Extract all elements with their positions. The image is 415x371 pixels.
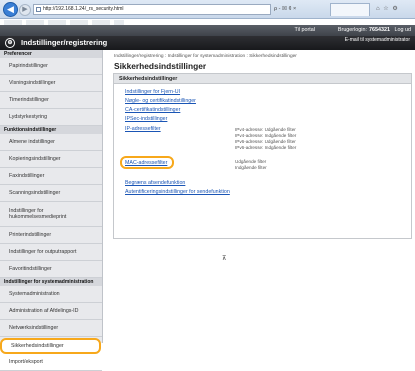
panel-title: Sikkerhedsindstillinger bbox=[114, 74, 411, 84]
sidebar-item[interactable]: Visningsindstillinger bbox=[0, 75, 102, 92]
home-star-gear-icons[interactable]: ⌂ ☆ ⚙ bbox=[376, 4, 412, 15]
back-icon[interactable]: ◀ bbox=[3, 2, 18, 17]
sidebar-item[interactable]: Faxindstillinger bbox=[0, 168, 102, 185]
main-content: Indstillinger/registrering : Indstilling… bbox=[108, 50, 415, 343]
mac-filter-status: Udgående filter Indgående filter bbox=[235, 159, 267, 171]
portal-link[interactable]: Til portal bbox=[295, 25, 315, 36]
link-keys-certs[interactable]: Nøgle- og certifikatindstillinger bbox=[125, 98, 196, 104]
sidebar-item[interactable]: Scanningsindstillinger bbox=[0, 185, 102, 202]
sidebar-item[interactable]: Import/eksport bbox=[0, 354, 102, 371]
ip-filter-status: IPv4-adresse: Udgående filter IPv4-adres… bbox=[235, 127, 296, 151]
sidebar-item[interactable]: Almene indstillinger bbox=[0, 134, 102, 151]
sidebar-item[interactable]: Sikkerhedsindstillinger bbox=[0, 338, 101, 354]
page-icon bbox=[36, 7, 41, 12]
sidebar-item[interactable]: Netværksindstillinger bbox=[0, 320, 102, 337]
link-mac-filter[interactable]: MAC-adressefilter bbox=[125, 160, 167, 166]
sidebar-item[interactable]: Systemadministration bbox=[0, 286, 102, 303]
sidebar-item[interactable]: Lydstyrkestyring bbox=[0, 109, 102, 126]
status-line: Indgående filter bbox=[235, 165, 267, 170]
link-ca-certs[interactable]: CA-certifikatindstillinger bbox=[125, 107, 180, 113]
email-admin-link[interactable]: E-mail til systemadministrator bbox=[345, 35, 410, 45]
settings-logo-icon: ⊕ bbox=[5, 38, 15, 48]
sidebar-item[interactable]: Indstillinger for hukommelsesmedieprint bbox=[0, 202, 102, 227]
sidebar: Preferencer Papirindstillinger Visningsind… bbox=[0, 50, 103, 371]
status-line: IPv6-adresse: Indgående filter bbox=[235, 145, 297, 150]
sidebar-item[interactable]: Timerindstillinger bbox=[0, 92, 102, 109]
sidebar-item[interactable]: Favoritindstillinger bbox=[0, 261, 102, 278]
sidebar-item[interactable]: Administration af Afdelings-ID bbox=[0, 303, 102, 320]
sidebar-section-title: Preferencer bbox=[0, 50, 102, 58]
sidebar-section-title: Indstillinger for systemadministration bbox=[0, 278, 102, 286]
link-send-auth[interactable]: Autentificeringsindstillinger for sendef… bbox=[125, 189, 230, 195]
link-ip-filter[interactable]: IP-adressefilter bbox=[125, 126, 161, 132]
link-remote-ui[interactable]: Indstillinger for Fjern-UI bbox=[125, 89, 180, 95]
link-ipsec[interactable]: IPSec-indstillinger bbox=[125, 116, 167, 122]
settings-panel: Sikkerhedsindstillinger Indstillinger fo… bbox=[113, 73, 412, 239]
link-send-restrict[interactable]: Begræns afsendefunktion bbox=[125, 180, 185, 186]
browser-toolbar: ◀ ▶ http://192.168.1.24/_rs_security.htm… bbox=[0, 0, 415, 19]
address-controls-icons[interactable]: ρ - ☒ ¢ × bbox=[274, 4, 326, 15]
sidebar-item[interactable]: Indstillinger for outputrapport bbox=[0, 244, 102, 261]
page-title: Sikkerhedsindstillinger bbox=[114, 61, 207, 71]
browser-tab[interactable] bbox=[330, 3, 370, 16]
breadcrumb: Indstillinger/registrering : Indstilling… bbox=[114, 54, 297, 59]
sidebar-item[interactable]: Papirindstillinger bbox=[0, 58, 102, 75]
forward-icon[interactable]: ▶ bbox=[19, 4, 31, 16]
page-header: ⊕ Indstillinger/registrering E-mail til … bbox=[0, 36, 415, 50]
sidebar-section-title: Funktionsindstillinger bbox=[0, 126, 102, 134]
sidebar-item[interactable]: Printerindstillinger bbox=[0, 227, 102, 244]
address-bar[interactable]: http://192.168.1.24/_rs_security.html bbox=[33, 4, 271, 15]
sidebar-item[interactable]: Kopieringsindstillinger bbox=[0, 151, 102, 168]
to-top-icon[interactable]: ⊼ bbox=[222, 255, 226, 262]
header-title: Indstillinger/registrering bbox=[21, 38, 108, 47]
url-text: http://192.168.1.24/_rs_security.html bbox=[43, 6, 124, 12]
